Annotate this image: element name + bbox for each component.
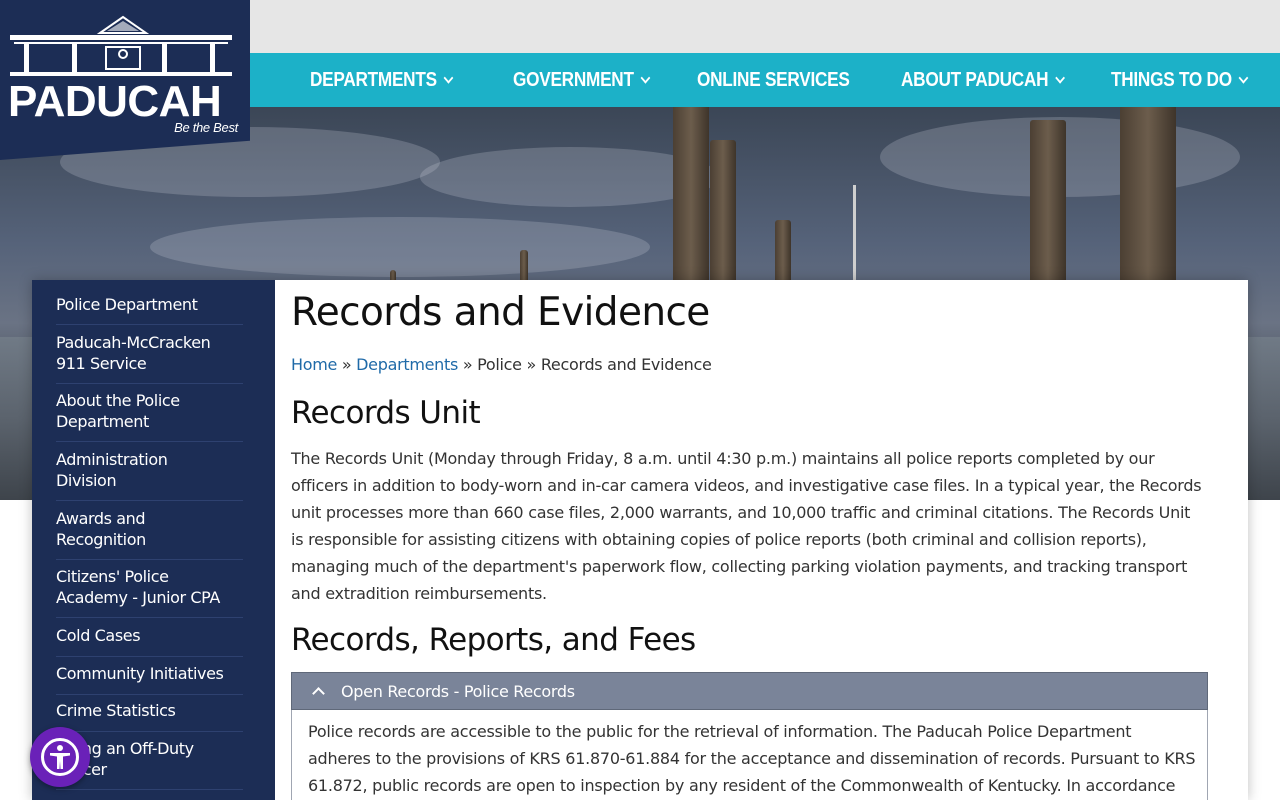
heading-records-reports-fees: Records, Reports, and Fees: [291, 622, 696, 658]
sidebar-item-citizens-academy[interactable]: Citizens' Police Academy - Junior CPA: [56, 566, 243, 618]
sidebar-item-911-service[interactable]: Paducah-McCracken 911 Service: [56, 332, 243, 384]
breadcrumb-police: Police: [477, 355, 522, 374]
main-nav: DEPARTMENTS GOVERNMENT ONLINE SERVICES A…: [250, 53, 1280, 107]
sidebar-item-cold-cases[interactable]: Cold Cases: [56, 625, 243, 657]
chevron-down-icon: [1238, 72, 1249, 84]
breadcrumb-departments-link[interactable]: Departments: [356, 355, 458, 374]
accordion-title: Open Records - Police Records: [341, 681, 575, 701]
sidebar-item-police-department[interactable]: Police Department: [56, 294, 243, 325]
nav-things-to-do[interactable]: THINGS TO DO: [1111, 53, 1249, 107]
sidebar-item-crime-statistics[interactable]: Crime Statistics: [56, 700, 243, 732]
breadcrumb: Home » Departments » Police » Records an…: [291, 355, 712, 374]
logo-wordmark: PADUCAH: [8, 77, 222, 126]
breadcrumb-home-link[interactable]: Home: [291, 355, 337, 374]
page-title: Records and Evidence: [291, 290, 710, 335]
nav-about-paducah[interactable]: ABOUT PADUCAH: [901, 53, 1066, 107]
heading-records-unit: Records Unit: [291, 395, 481, 431]
logo-tagline: Be the Best: [174, 120, 238, 135]
accordion-open-records-body: Police records are accessible to the pub…: [291, 710, 1208, 800]
chevron-down-icon: [640, 72, 651, 84]
sidebar-nav: Police Department Paducah-McCracken 911 S…: [32, 280, 275, 800]
nav-departments[interactable]: DEPARTMENTS: [310, 53, 454, 107]
city-hall-logo-icon: [10, 15, 232, 76]
accessibility-person-icon: [41, 738, 79, 776]
records-unit-paragraph: The Records Unit (Monday through Friday,…: [291, 449, 1202, 603]
chevron-down-icon: [1055, 72, 1066, 84]
nav-online-services[interactable]: ONLINE SERVICES: [697, 53, 850, 107]
sidebar-item-community-initiatives[interactable]: Community Initiatives: [56, 663, 243, 695]
chevron-up-icon: [312, 687, 325, 700]
sidebar-item-awards[interactable]: Awards and Recognition: [56, 508, 243, 560]
chevron-down-icon: [443, 72, 454, 84]
nav-government[interactable]: GOVERNMENT: [513, 53, 651, 107]
accessibility-button[interactable]: [30, 727, 90, 787]
sidebar-item-administration[interactable]: Administration Division: [56, 449, 243, 501]
open-records-paragraph: Police records are accessible to the pub…: [308, 722, 1196, 795]
sidebar-item-about[interactable]: About the Police Department: [56, 390, 243, 442]
breadcrumb-current: Records and Evidence: [540, 355, 712, 374]
accordion-open-records-header[interactable]: Open Records - Police Records: [291, 672, 1208, 710]
site-logo[interactable]: PADUCAH Be the Best: [0, 0, 250, 160]
